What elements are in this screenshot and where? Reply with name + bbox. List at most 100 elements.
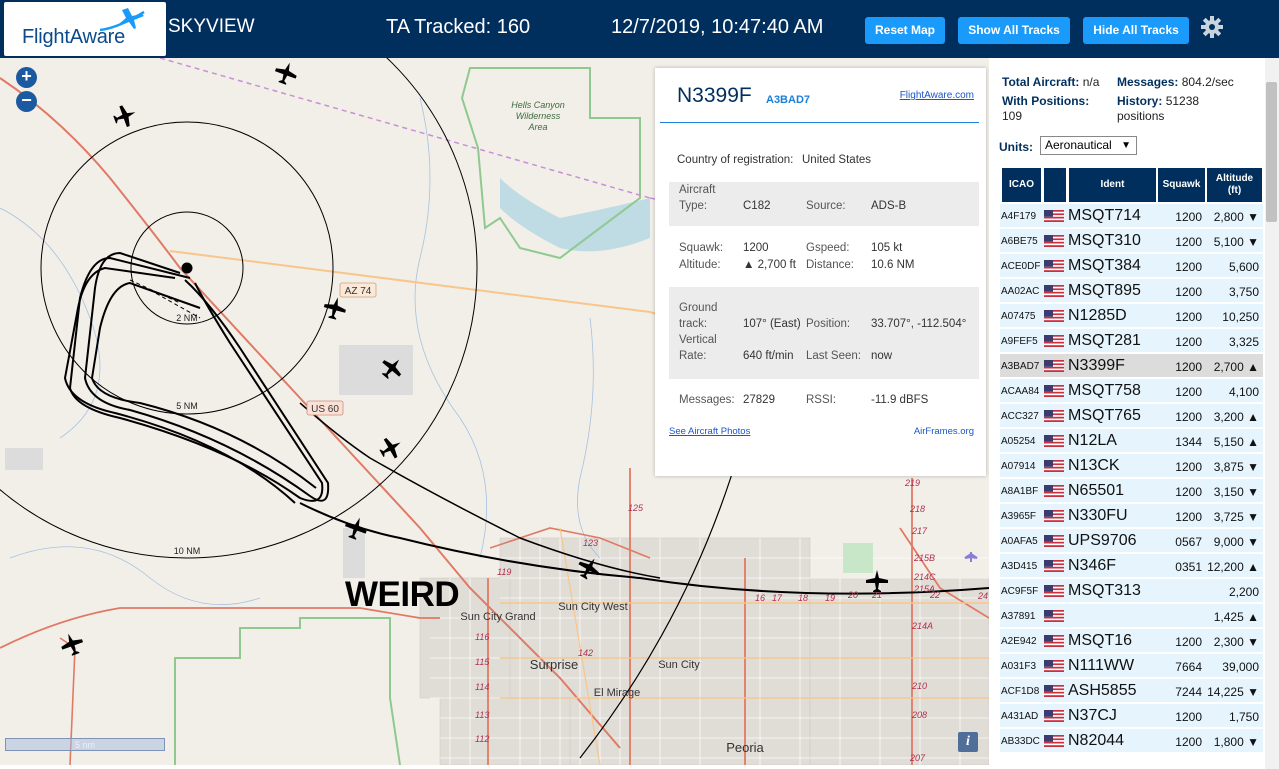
us-flag-icon	[1044, 660, 1064, 672]
row-squawk: 7664	[1175, 660, 1202, 674]
row-icao: ACE0DF	[1001, 261, 1041, 272]
row-squawk: 1200	[1175, 410, 1202, 424]
us-flag-icon	[1044, 710, 1064, 722]
flightaware-logo[interactable]: FlightAware	[4, 2, 166, 56]
row-icao: A2E942	[1001, 636, 1037, 647]
gear-icon[interactable]	[1199, 14, 1225, 40]
row-ident: MSQT714	[1068, 207, 1141, 224]
table-row[interactable]: AC9F5F MSQT313 2,200	[1000, 579, 1263, 603]
units-select[interactable]: Aeronautical ▼	[1040, 136, 1137, 155]
row-altitude: 3,325	[1228, 335, 1259, 349]
flightaware-link[interactable]: FlightAware.com	[900, 90, 974, 101]
distance-label: Distance:	[806, 259, 854, 271]
table-row[interactable]: ACF1D8 ASH5855 7244 14,225 ▼	[1000, 679, 1263, 703]
zoom-in-button[interactable]: +	[16, 67, 37, 88]
us-flag-icon	[1044, 460, 1064, 472]
park-area	[843, 543, 873, 573]
us-flag-icon	[1044, 235, 1064, 247]
messages-rate-value: 804.2/sec	[1181, 75, 1234, 89]
row-ident: MSQT895	[1068, 282, 1141, 299]
reset-map-button[interactable]: Reset Map	[865, 17, 945, 44]
aircraft-photos-link[interactable]: See Aircraft Photos	[669, 426, 750, 437]
altitude-label: Altitude:	[679, 259, 721, 271]
table-row[interactable]: ACE0DF MSQT384 1200 5,600	[1000, 254, 1263, 278]
row-altitude: 1,750	[1228, 710, 1259, 724]
messages-value: 27829	[743, 394, 775, 406]
table-row[interactable]: AA02AC MSQT895 1200 3,750	[1000, 279, 1263, 303]
table-row[interactable]: A031F3 N111WW 7664 39,000	[1000, 654, 1263, 678]
airframes-link[interactable]: AirFrames.org	[914, 426, 974, 437]
us-flag-icon	[1044, 635, 1064, 647]
col-header-ident[interactable]: Ident	[1069, 168, 1156, 202]
col-header-altitude-label: Altitude	[1215, 173, 1254, 184]
table-row[interactable]: ACC327 MSQT765 1200 3,200 ▲	[1000, 404, 1263, 428]
svg-text:19: 19	[825, 593, 835, 603]
row-ident: N13CK	[1068, 457, 1120, 474]
row-icao: ACC327	[1001, 411, 1039, 422]
table-row[interactable]: A6BE75 MSQT310 1200 5,100 ▼	[1000, 229, 1263, 253]
table-row[interactable]: A07914 N13CK 1200 3,875 ▼	[1000, 454, 1263, 478]
ring-label-5nm: 5 NM	[176, 401, 198, 411]
row-ident: N65501	[1068, 482, 1125, 499]
col-header-flag[interactable]	[1044, 168, 1066, 202]
us-flag-icon	[1044, 435, 1064, 447]
us-flag-icon	[1044, 560, 1064, 572]
table-row[interactable]: A07475 N1285D 1200 10,250	[1000, 304, 1263, 328]
table-row[interactable]: ACAA84 MSQT758 1200 4,100	[1000, 379, 1263, 403]
table-row[interactable]: A3D415 N346F 0351 12,200 ▲	[1000, 554, 1263, 578]
row-squawk: 1200	[1175, 285, 1202, 299]
svg-text:215B: 215B	[913, 553, 935, 563]
us-flag-icon	[1044, 385, 1064, 397]
row-altitude: 4,100	[1228, 385, 1259, 399]
row-ident: N346F	[1068, 557, 1117, 574]
table-row[interactable]: A8A1BF N65501 1200 3,150 ▼	[1000, 479, 1263, 503]
positions-value: 109	[1002, 109, 1023, 123]
svg-text:218: 218	[909, 504, 925, 514]
sidebar-scrollbar-thumb[interactable]	[1266, 82, 1277, 222]
table-row[interactable]: A0AFA5 UPS9706 0567 9,000 ▼	[1000, 529, 1263, 553]
row-altitude: 3,875 ▼	[1213, 460, 1259, 474]
us-flag-icon	[1044, 360, 1064, 372]
vrate-label-2: Rate:	[679, 350, 707, 362]
table-row[interactable]: A2E942 MSQT16 1200 2,300 ▼	[1000, 629, 1263, 653]
table-row[interactable]: AB33DC N82044 1200 1,800 ▼	[1000, 729, 1263, 753]
gspeed-value: 105 kt	[871, 242, 903, 254]
messages-rate-label: Messages:	[1117, 75, 1179, 89]
airfield-area	[339, 345, 413, 395]
road-badge-us60: US 60	[306, 400, 344, 416]
history-label: History:	[1117, 94, 1163, 108]
hide-all-tracks-button[interactable]: Hide All Tracks	[1083, 17, 1189, 44]
row-squawk: 1200	[1175, 635, 1202, 649]
col-header-squawk[interactable]: Squawk	[1158, 168, 1205, 202]
rssi-value: -11.9 dBFS	[871, 394, 929, 406]
row-icao: AB33DC	[1001, 736, 1040, 747]
row-altitude: 5,150 ▲	[1213, 435, 1259, 449]
svg-text:208: 208	[911, 710, 927, 720]
table-row[interactable]: A05254 N12LA 1344 5,150 ▲	[1000, 429, 1263, 453]
attribution-info-button[interactable]: i	[958, 732, 978, 752]
svg-text:El Mirage: El Mirage	[594, 687, 640, 699]
row-altitude: 3,200 ▲	[1213, 410, 1259, 424]
lastseen-value: now	[871, 350, 893, 362]
svg-text:123: 123	[583, 538, 598, 548]
table-row[interactable]: A4F179 MSQT714 1200 2,800 ▼	[1000, 204, 1263, 228]
table-row[interactable]: A3BAD7 N3399F 1200 2,700 ▲	[1000, 354, 1263, 378]
row-ident: N1285D	[1068, 307, 1127, 324]
row-altitude: 5,600	[1228, 260, 1259, 274]
zoom-out-button[interactable]: −	[16, 91, 37, 112]
washes	[0, 97, 601, 606]
svg-text:114: 114	[475, 682, 489, 692]
row-squawk: 1200	[1175, 335, 1202, 349]
col-header-altitude[interactable]: Altitude (ft)	[1207, 168, 1262, 202]
table-row[interactable]: A3965F N330FU 1200 3,725 ▼	[1000, 504, 1263, 528]
table-row[interactable]: A431AD N37CJ 1200 1,750	[1000, 704, 1263, 728]
table-row[interactable]: A37891 1,425 ▲	[1000, 604, 1263, 628]
popup-hex: A3BAD7	[766, 94, 811, 106]
table-row[interactable]: A9FEF5 MSQT281 1200 3,325	[1000, 329, 1263, 353]
show-all-tracks-button[interactable]: Show All Tracks	[958, 17, 1070, 44]
svg-text:Surprise: Surprise	[530, 657, 578, 672]
col-header-icao[interactable]: ICAO	[1002, 168, 1041, 202]
vrate-label-1: Vertical	[679, 334, 717, 346]
row-icao: ACAA84	[1001, 386, 1040, 397]
dropdown-arrow-icon: ▼	[1121, 140, 1131, 151]
